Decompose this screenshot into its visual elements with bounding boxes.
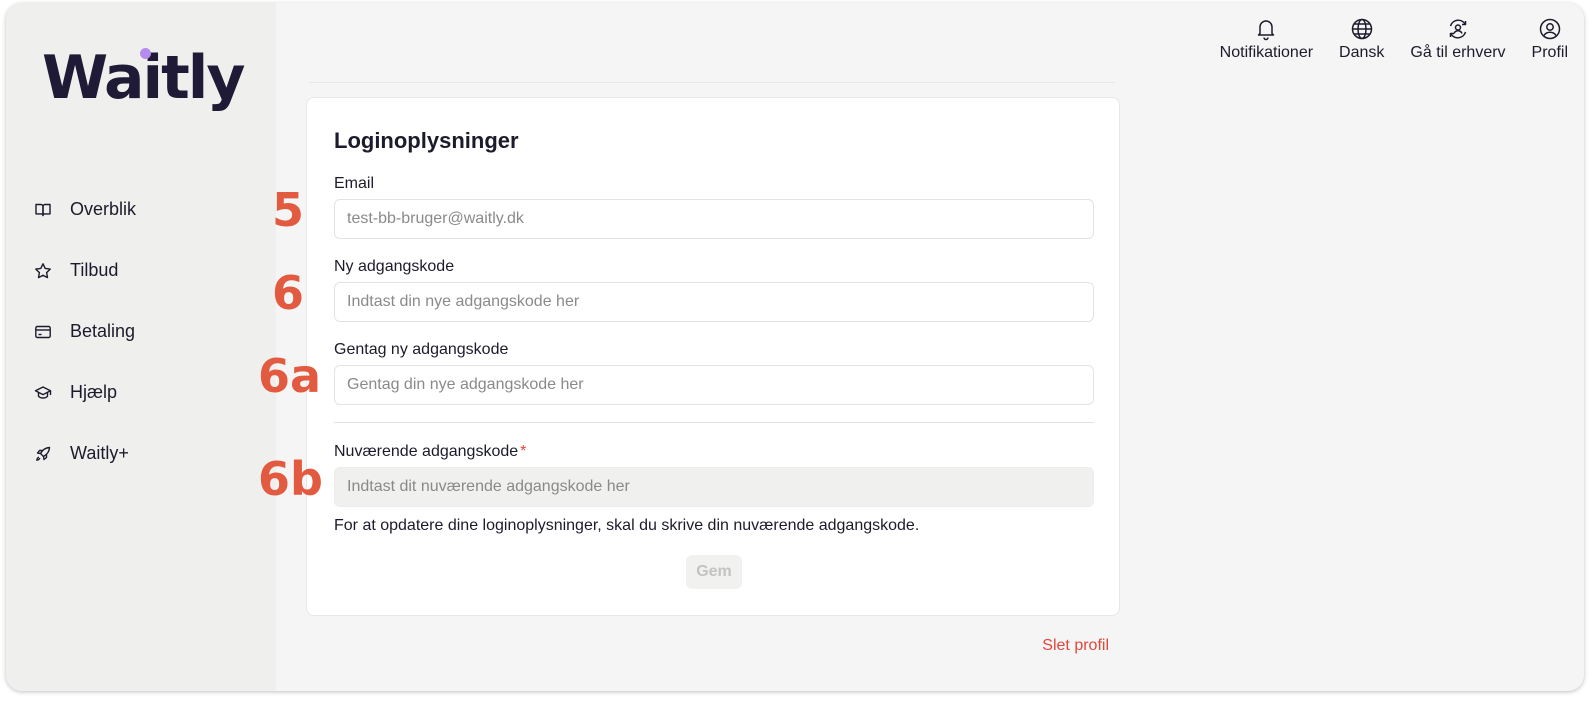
step-marker-5: 5 (272, 183, 305, 237)
save-button[interactable]: Gem (686, 555, 742, 589)
sidebar-item-label: Tilbud (70, 260, 119, 280)
login-info-card: Loginoplysninger Email Ny adgangskode Ge… (306, 97, 1120, 616)
new-password-label: Ny adgangskode (334, 258, 455, 275)
sidebar-item-hjaelp[interactable]: Hjælp (34, 362, 264, 423)
globe-icon (1350, 17, 1374, 41)
graduation-cap-icon (34, 384, 52, 402)
new-password-input[interactable] (334, 282, 1094, 322)
language-label: Dansk (1339, 44, 1385, 61)
switch-business-button[interactable]: Gå til erhverv (1410, 17, 1506, 62)
rocket-icon (34, 445, 52, 463)
logo-accent-dot (140, 48, 151, 59)
field-divider (334, 422, 1094, 423)
current-password-input[interactable] (334, 467, 1094, 507)
step-marker-6: 6 (272, 266, 305, 320)
repeat-password-input[interactable] (334, 365, 1094, 405)
notifications-label: Notifikationer (1219, 44, 1314, 61)
user-circle-icon (1538, 17, 1562, 41)
card-title: Loginoplysninger (334, 128, 519, 153)
book-icon (34, 201, 52, 219)
sidebar-item-tilbud[interactable]: Tilbud (34, 240, 264, 301)
sidebar-item-label: Waitly+ (70, 443, 129, 463)
sidebar-item-label: Hjælp (70, 382, 118, 402)
language-button[interactable]: Dansk (1339, 17, 1384, 62)
top-navigation: Notifikationer Dansk Gå til erhverv Prof… (1220, 17, 1568, 62)
sidebar: Waitly Overblik Tilbud Betaling Hjælp Wa… (6, 3, 276, 691)
profile-button[interactable]: Profil (1532, 17, 1568, 62)
sidebar-item-overblik[interactable]: Overblik (34, 179, 264, 240)
notifications-button[interactable]: Notifikationer (1220, 17, 1313, 62)
step-marker-6b: 6b (258, 452, 323, 506)
star-icon (34, 262, 52, 280)
delete-profile-link[interactable]: Slet profil (1042, 637, 1109, 655)
required-mark: * (520, 443, 527, 460)
helper-text: For at opdatere dine loginoplysninger, s… (334, 517, 920, 534)
sidebar-item-label: Overblik (70, 199, 137, 219)
sidebar-item-waitly-plus[interactable]: Waitly+ (34, 423, 264, 484)
profile-label: Profil (1531, 44, 1568, 61)
email-label: Email (334, 175, 375, 192)
content-divider (309, 82, 1115, 83)
app-window: Waitly Overblik Tilbud Betaling Hjælp Wa… (6, 3, 1584, 691)
current-password-label: Nuværende adgangskode * (334, 443, 526, 461)
bell-icon (1254, 17, 1278, 41)
current-password-label-text: Nuværende adgangskode (334, 443, 519, 460)
repeat-password-label: Gentag ny adgangskode (334, 341, 509, 358)
sidebar-nav: Overblik Tilbud Betaling Hjælp Waitly+ (34, 179, 264, 484)
email-field[interactable] (334, 199, 1094, 239)
card-icon (34, 323, 52, 341)
step-marker-6a: 6a (258, 349, 322, 403)
sidebar-item-label: Betaling (70, 321, 136, 341)
switch-account-icon (1446, 17, 1470, 41)
sidebar-item-betaling[interactable]: Betaling (34, 301, 264, 362)
switch-business-label: Gå til erhverv (1410, 44, 1506, 61)
